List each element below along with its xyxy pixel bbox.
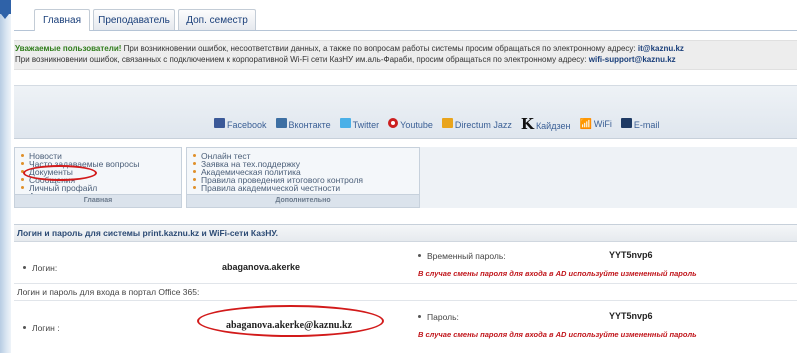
twitter-link[interactable]: Twitter: [339, 118, 380, 130]
vkontakte-icon: [275, 118, 287, 128]
email-link[interactable]: E-mail: [620, 118, 660, 130]
notice-greeting: Уважаемые пользователи!: [15, 44, 122, 53]
bullet-icon: [21, 186, 24, 189]
login-label-text: Логин:: [32, 263, 58, 273]
vkontakte-link[interactable]: Вконтакте: [275, 118, 331, 130]
temp-password-label: Временный пароль:: [418, 251, 506, 261]
twitter-label: Twitter: [352, 120, 380, 130]
temp-password-label-text: Временный пароль:: [427, 251, 506, 261]
print-credentials-row: Логин: abaganova.akerke Временный пароль…: [14, 242, 797, 284]
password-change-warning: В случае смены пароля для входа в AD исп…: [418, 269, 697, 278]
directum-link[interactable]: Directum Jazz: [441, 118, 512, 130]
facebook-link[interactable]: Facebook: [214, 118, 267, 130]
left-accent-bar: [0, 0, 11, 353]
accent-cap: [0, 0, 11, 14]
accent-triangle: [1, 14, 9, 19]
tab-teacher[interactable]: Преподаватель: [93, 9, 175, 30]
extra-menu-footer: Дополнительно: [187, 194, 419, 207]
facebook-icon: [214, 118, 225, 128]
extra-menu-list: Онлайн тест Заявка на тех.поддержку Акад…: [187, 148, 419, 192]
wifi-link[interactable]: 📶 WiFi: [579, 119, 611, 130]
bullet-icon: [21, 162, 24, 165]
bullet-icon: [21, 178, 24, 181]
directum-icon: [441, 118, 453, 128]
bullet-icon: [418, 315, 421, 319]
kaidzen-label: Кайдзен: [535, 121, 571, 131]
social-links-panel: Facebook Вконтакте Twitter Youtube Direc…: [14, 85, 797, 139]
youtube-link[interactable]: Youtube: [388, 118, 433, 130]
menu-item-honesty-rules[interactable]: Правила академической честности: [193, 184, 419, 192]
bullet-icon: [193, 162, 196, 165]
bullet-icon: [21, 154, 24, 157]
youtube-icon: [388, 118, 399, 128]
login-value: abaganova.akerke: [222, 262, 301, 272]
login-section: Логин и пароль для системы print.kaznu.k…: [14, 224, 797, 354]
menu-panels: Новости Часто задаваемые вопросы Докумен…: [14, 147, 797, 209]
vkontakte-label: Вконтакте: [288, 120, 331, 130]
email-highlight-ellipse: [197, 305, 384, 337]
office-title-row: Логин и пароль для входа в портал Office…: [14, 283, 797, 301]
login-section-title: Логин и пароль для системы print.kaznu.k…: [14, 225, 797, 242]
facebook-label: Facebook: [227, 120, 267, 130]
office365-title: Логин и пароль для входа в портал Office…: [17, 287, 200, 297]
extra-menu-box: Онлайн тест Заявка на тех.поддержку Акад…: [186, 147, 420, 208]
bullet-icon: [193, 178, 196, 181]
office-password-value: YYT5nvp6: [609, 311, 653, 321]
notice-line-2: При возникновении ошибок, связанных с по…: [15, 54, 797, 65]
notice-banner: Уважаемые пользователи! При возникновени…: [14, 40, 797, 70]
tab-bar: Главная Преподаватель Доп. семестр: [14, 6, 797, 31]
it-email-link[interactable]: it@kaznu.kz: [638, 44, 684, 53]
directum-label: Directum Jazz: [454, 120, 512, 130]
office-login-label-text: Логин :: [32, 323, 60, 333]
menu-spacer: [420, 147, 797, 208]
bullet-icon: [23, 326, 26, 330]
temp-password-value: YYT5nvp6: [609, 250, 653, 260]
bullet-icon: [193, 170, 196, 173]
notice-text-2: При возникновении ошибок, связанных с по…: [15, 55, 589, 64]
email-label: E-mail: [633, 120, 660, 130]
youtube-label: Youtube: [400, 120, 433, 130]
office-password-warning: В случае смены пароля для входа в AD исп…: [418, 330, 697, 339]
wifi-label: WiFi: [593, 118, 612, 129]
office-login-label: Логин :: [23, 323, 60, 333]
twitter-icon: [339, 118, 351, 128]
kaidzen-link[interactable]: K Кайдзен: [521, 115, 571, 133]
bullet-icon: [193, 154, 196, 157]
profile-highlight-ellipse: [23, 165, 97, 181]
office-credentials-row: Логин : abaganova.akerke@kaznu.kz Пароль…: [14, 300, 797, 350]
notice-line-1: Уважаемые пользователи! При возникновени…: [15, 43, 797, 54]
main-menu-footer: Главная: [15, 194, 181, 207]
wifi-icon: 📶: [579, 118, 592, 130]
office-password-label-text: Пароль:: [427, 312, 459, 322]
kaidzen-icon: K: [520, 115, 534, 133]
wifi-email-link[interactable]: wifi-support@kaznu.kz: [589, 55, 676, 64]
social-links-row: Facebook Вконтакте Twitter Youtube Direc…: [214, 115, 665, 133]
notice-text-1: При возникновении ошибок, несоответствии…: [121, 44, 638, 53]
tab-extra-semester[interactable]: Доп. семестр: [178, 9, 256, 30]
office-password-label: Пароль:: [418, 312, 459, 322]
menu-item-label: Правила академической честности: [201, 183, 341, 193]
bullet-icon: [23, 266, 26, 270]
bullet-icon: [418, 254, 421, 258]
tab-main[interactable]: Главная: [34, 9, 90, 31]
bullet-icon: [193, 186, 196, 189]
email-icon: [620, 118, 632, 128]
login-label: Логин:: [23, 263, 57, 273]
